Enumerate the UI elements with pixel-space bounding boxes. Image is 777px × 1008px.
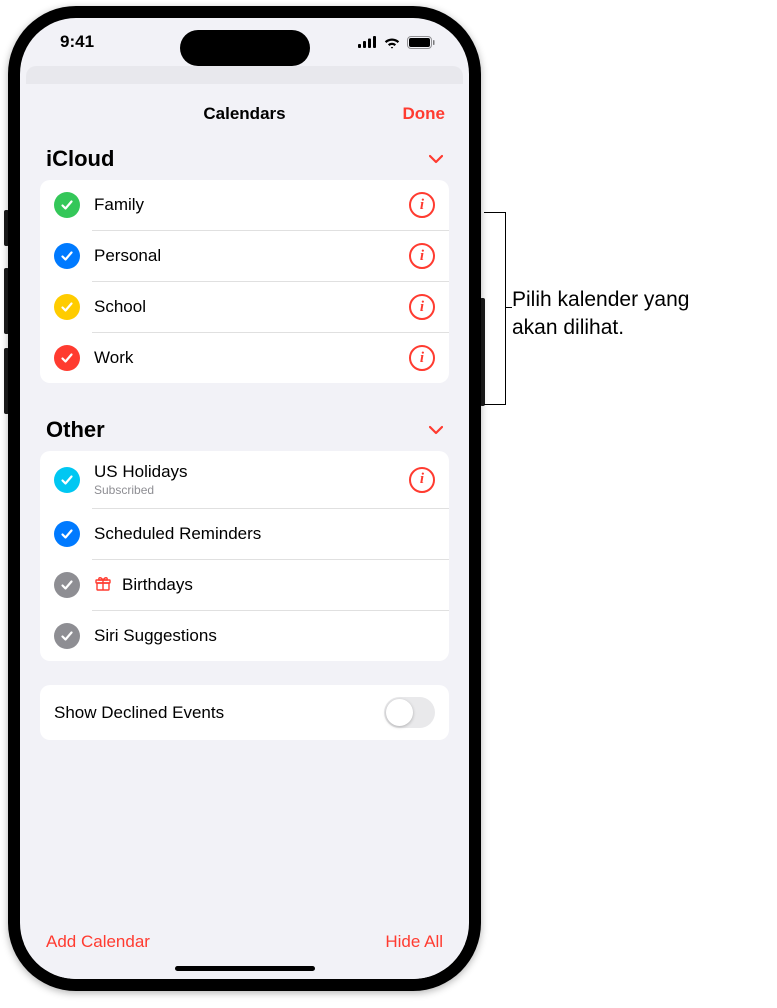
status-bar: 9:41 [20,18,469,66]
phone-frame: 9:41 Calendars Done iCloud [8,6,481,991]
info-button[interactable]: i [409,345,435,371]
check-icon [54,521,80,547]
calendar-label: School [94,297,395,317]
check-icon [54,192,80,218]
callout-tick [484,404,506,405]
callout-line1: Pilih kalender yang [512,288,689,311]
callout-bracket [484,212,506,404]
check-icon [54,623,80,649]
cellular-icon [358,36,377,48]
wifi-icon [383,36,401,49]
section-header-other[interactable]: Other [24,407,465,451]
section-title: Other [46,417,105,443]
info-button[interactable]: i [409,294,435,320]
check-icon [54,572,80,598]
calendar-label: Work [94,348,395,368]
sheet-header: Calendars Done [24,90,465,136]
check-icon [54,345,80,371]
add-calendar-button[interactable]: Add Calendar [46,932,150,952]
status-icons [358,36,435,49]
calendar-row-school[interactable]: School i [40,282,449,332]
info-button[interactable]: i [409,467,435,493]
callout-line2: akan dilihat. [512,316,624,339]
battery-icon [407,36,435,49]
calendar-sublabel: Subscribed [94,483,395,497]
section-title: iCloud [46,146,114,172]
calendar-label: Birthdays [122,575,435,595]
show-declined-label: Show Declined Events [54,703,224,723]
status-time: 9:41 [60,32,94,52]
done-button[interactable]: Done [403,104,446,124]
info-button[interactable]: i [409,243,435,269]
callout-tick [484,212,506,213]
callout-text: Pilih kalender yang akan dilihat. [512,286,689,343]
calendar-label: US Holidays [94,462,395,482]
calendar-row-personal[interactable]: Personal i [40,231,449,281]
chevron-down-icon [429,151,443,168]
calendar-label: Personal [94,246,395,266]
background-sheet-strip [26,66,463,84]
calendar-row-siri-suggestions[interactable]: Siri Suggestions [40,611,449,661]
calendar-row-family[interactable]: Family i [40,180,449,230]
show-declined-toggle[interactable] [384,697,435,728]
section-header-icloud[interactable]: iCloud [24,136,465,180]
calendar-row-us-holidays[interactable]: US Holidays Subscribed i [40,451,449,508]
hide-all-button[interactable]: Hide All [385,932,443,952]
calendar-label: Scheduled Reminders [94,524,435,544]
calendar-label: Siri Suggestions [94,626,435,646]
calendar-row-scheduled-reminders[interactable]: Scheduled Reminders [40,509,449,559]
calendar-row-birthdays[interactable]: Birthdays [40,560,449,610]
check-icon [54,294,80,320]
check-icon [54,467,80,493]
bottom-toolbar: Add Calendar Hide All [24,918,465,956]
calendar-label: Family [94,195,395,215]
info-button[interactable]: i [409,192,435,218]
check-icon [54,243,80,269]
icloud-list: Family i Personal i School i [40,180,449,383]
home-indicator[interactable] [175,966,315,971]
chevron-down-icon [429,422,443,439]
phone-screen: 9:41 Calendars Done iCloud [20,18,469,979]
calendars-sheet: Calendars Done iCloud Family i [24,84,465,979]
dynamic-island [180,30,310,66]
calendar-row-work[interactable]: Work i [40,333,449,383]
show-declined-row: Show Declined Events [40,685,449,740]
toggle-knob [386,699,413,726]
other-list: US Holidays Subscribed i Scheduled Remin… [40,451,449,661]
sheet-title: Calendars [203,104,285,124]
gift-icon [94,574,112,597]
options-list: Show Declined Events [40,685,449,740]
